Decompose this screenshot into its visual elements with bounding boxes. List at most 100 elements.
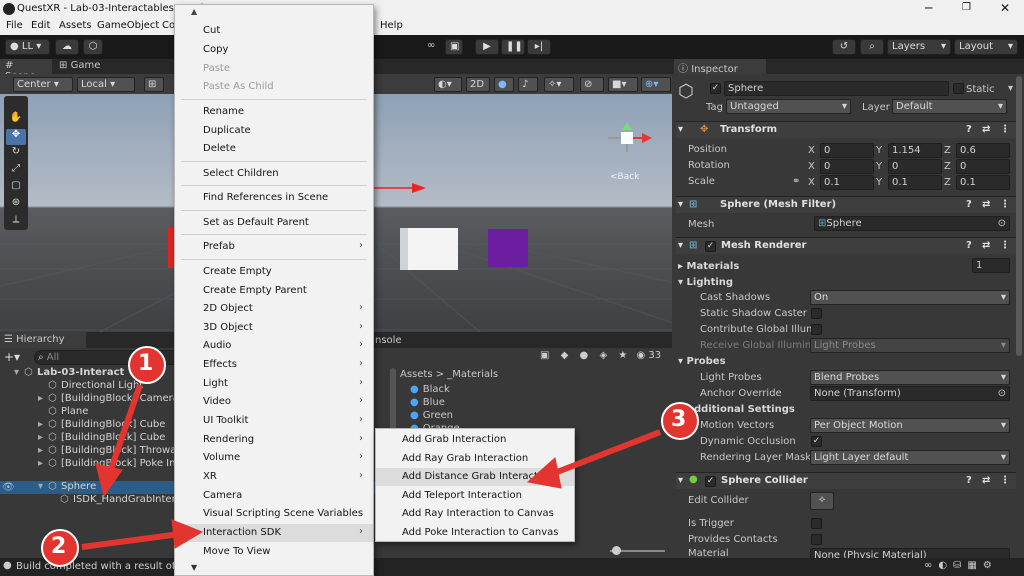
context-menu-item[interactable]: Prefab ›: [175, 238, 373, 256]
lighting-label[interactable]: ▾ Lighting: [678, 277, 733, 288]
constrain-proportions-icon[interactable]: ⚭: [792, 176, 800, 187]
materials-count-field[interactable]: 1: [972, 258, 1010, 273]
component-help-icon[interactable]: ?: [966, 475, 972, 486]
layer-dropdown[interactable]: Default ▾: [892, 99, 1007, 114]
context-menu-item[interactable]: Rename: [175, 103, 373, 121]
materials-label[interactable]: ▸ Materials: [678, 261, 739, 272]
history-button[interactable]: ↺: [832, 39, 856, 55]
context-menu-item[interactable]: Interaction SDK ›: [175, 524, 373, 542]
hierarchy-search-input[interactable]: ⌕ All: [34, 350, 184, 365]
context-menu-item[interactable]: Video ›: [175, 393, 373, 411]
submenu-item[interactable]: Add Grab Interaction: [376, 431, 574, 449]
component-help-icon[interactable]: ?: [966, 240, 972, 251]
tab-hierarchy[interactable]: ☰ Hierarchy: [0, 332, 86, 348]
axis-label[interactable]: Z: [944, 161, 951, 172]
zoom-slider-handle[interactable]: [612, 546, 621, 555]
mesh-renderer-enabled-checkbox[interactable]: ✓: [705, 241, 716, 252]
expand-arrow-icon[interactable]: ▸: [38, 432, 43, 443]
device-button[interactable]: ▣: [445, 39, 463, 55]
axis-label[interactable]: Z: [944, 145, 951, 156]
layers-dropdown[interactable]: Layers ▾: [887, 39, 951, 55]
static-shadow-checkbox[interactable]: [811, 308, 822, 319]
account-button[interactable]: ● LL ▾: [5, 39, 50, 55]
component-presets-icon[interactable]: ⇄: [982, 475, 990, 486]
submenu-item[interactable]: Add Ray Interaction to Canvas: [376, 505, 574, 523]
additional-settings-label[interactable]: dditional Settings: [694, 404, 795, 415]
component-menu-icon[interactable]: ⋮: [1000, 124, 1010, 135]
scale-z-field[interactable]: 0.1: [956, 175, 1010, 190]
audio-toggle[interactable]: ♪: [518, 77, 538, 92]
context-menu-item[interactable]: UI Toolkit ›: [175, 412, 373, 430]
component-menu-icon[interactable]: ⋮: [1000, 199, 1010, 210]
component-presets-icon[interactable]: ⇄: [982, 124, 990, 135]
scroll-up-arrow-icon[interactable]: ▲: [191, 7, 197, 16]
axis-label[interactable]: Y: [876, 177, 882, 188]
rotation-x-field[interactable]: 0: [820, 159, 874, 174]
dynamic-occlusion-checkbox[interactable]: ✓: [811, 436, 822, 447]
submenu-item[interactable]: Add Ray Grab Interaction: [376, 450, 574, 468]
mesh-renderer-header[interactable]: ▾ ⊞ ✓ Mesh Renderer ? ⇄ ⋮: [676, 237, 1016, 254]
object-picker-icon[interactable]: ⊙: [998, 218, 1006, 229]
purple-cube[interactable]: [488, 229, 528, 267]
object-picker-icon[interactable]: ⊙: [998, 388, 1006, 399]
tab-game[interactable]: ⊞ Game: [54, 59, 114, 74]
scale-y-field[interactable]: 0.1: [888, 175, 942, 190]
context-menu-item[interactable]: 2D Object ›: [175, 300, 373, 318]
expand-arrow-icon[interactable]: ▾: [14, 367, 19, 378]
close-icon[interactable]: ✕: [1000, 1, 1010, 15]
custom-tool-icon[interactable]: ⟂: [6, 214, 26, 230]
expand-arrow-icon[interactable]: ▸: [38, 419, 43, 430]
expand-arrow-icon[interactable]: ▾: [678, 199, 683, 210]
material-item[interactable]: ● Black: [410, 384, 450, 397]
tab-scene[interactable]: # Scene: [0, 59, 52, 82]
transform-tool-icon[interactable]: ⊛: [6, 197, 26, 213]
context-menu-item[interactable]: XR ›: [175, 468, 373, 486]
submenu-item[interactable]: Add Poke Interaction to Canvas: [376, 524, 574, 542]
position-z-field[interactable]: 0.6: [956, 143, 1010, 158]
back-view-label[interactable]: <Back: [610, 172, 639, 182]
layout-dropdown[interactable]: Layout ▾: [954, 39, 1018, 55]
position-x-field[interactable]: 0: [820, 143, 874, 158]
scale-x-field[interactable]: 0.1: [820, 175, 874, 190]
static-checkbox[interactable]: [953, 83, 964, 94]
expand-arrow-icon[interactable]: ▸: [38, 393, 43, 404]
inspector-scrollbar[interactable]: [1016, 76, 1022, 356]
edit-collider-button[interactable]: ⟡: [810, 492, 834, 510]
provides-contacts-checkbox[interactable]: [811, 534, 822, 545]
menu-edit[interactable]: Edit: [31, 20, 50, 31]
hand-tool-icon[interactable]: ✋: [6, 112, 26, 128]
vr-icon[interactable]: ∞: [427, 40, 435, 51]
context-menu-item[interactable]: Rendering ›: [175, 431, 373, 449]
component-presets-icon[interactable]: ⇄: [982, 199, 990, 210]
expand-arrow-icon[interactable]: ▾: [678, 240, 683, 251]
axis-label[interactable]: X: [808, 145, 815, 156]
minimize-icon[interactable]: ─: [925, 1, 932, 15]
expand-arrow-icon[interactable]: ▾: [678, 124, 683, 135]
rotate-tool-icon[interactable]: ↻: [6, 146, 26, 162]
rect-tool-icon[interactable]: ▢: [6, 180, 26, 196]
context-menu-item[interactable]: Duplicate: [175, 122, 373, 140]
type-filter-icon[interactable]: ◆: [561, 350, 569, 361]
context-menu-item[interactable]: Visual Scripting Scene Variables: [175, 505, 373, 523]
move-tool-icon[interactable]: ✥: [6, 129, 26, 145]
rendering-layer-mask-dropdown[interactable]: Light Layer default ▾: [810, 450, 1010, 465]
grid-snap-dropdown[interactable]: ⊞: [144, 77, 164, 92]
tag-icon[interactable]: ◈: [599, 350, 607, 361]
context-menu-item[interactable]: Volume ›: [175, 449, 373, 467]
material-item[interactable]: ● Blue: [410, 397, 445, 410]
context-menu-item[interactable]: Create Empty Parent: [175, 282, 373, 300]
submenu-item[interactable]: Add Teleport Interaction: [376, 487, 574, 505]
step-button[interactable]: ▸|: [527, 39, 551, 55]
expand-arrow-icon[interactable]: ▾: [38, 481, 43, 492]
component-menu-icon[interactable]: ⋮: [1000, 475, 1010, 486]
mesh-field[interactable]: ⊞Sphere ⊙: [814, 216, 1010, 231]
mode-2d-button[interactable]: 2D: [466, 77, 490, 92]
context-menu-item[interactable]: Set as Default Parent: [175, 214, 373, 232]
context-menu-item[interactable]: 3D Object ›: [175, 319, 373, 337]
expand-arrow-icon[interactable]: ▸: [38, 445, 43, 456]
context-menu-item[interactable]: Copy: [175, 41, 373, 59]
cloud-button[interactable]: ☁: [55, 39, 79, 55]
breadcrumb-assets[interactable]: Assets: [400, 369, 433, 380]
gizmos-dropdown[interactable]: ⊕▾: [641, 77, 671, 92]
light-probes-dropdown[interactable]: Blend Probes ▾: [810, 370, 1010, 385]
